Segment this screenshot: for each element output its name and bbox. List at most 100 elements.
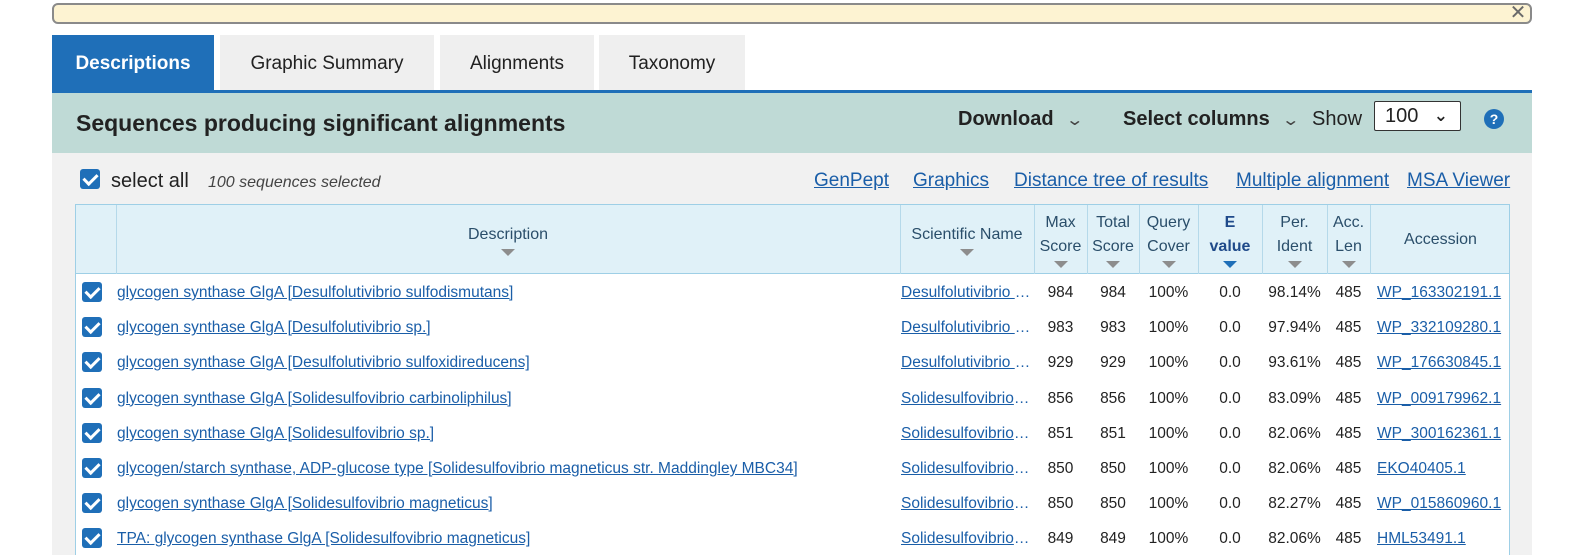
col-acc-len[interactable]: Acc. Len [1327,205,1370,274]
per-ident-cell: 98.14% [1268,284,1321,301]
total-score-cell: 849 [1100,530,1126,548]
select-columns-menu[interactable]: Select columns ⌄ [1123,108,1300,131]
accession-link[interactable]: WP_176630845.1 [1377,345,1507,380]
query-cover-cell: 100% [1148,460,1189,477]
genpept-link[interactable]: GenPept [814,170,889,192]
panel-header: Sequences producing significant alignmen… [52,93,1532,153]
graphics-link[interactable]: Graphics [913,170,989,192]
row-checkbox[interactable] [82,282,102,302]
table-header: Description Scientific Name Max Score To… [76,205,1509,274]
row-checkbox[interactable] [82,387,102,408]
msa-viewer-link[interactable]: MSA Viewer [1407,170,1510,192]
e-value-cell: 0.0 [1219,319,1241,337]
accession-link[interactable]: WP_300162361.1 [1377,416,1507,451]
col-description-label: Description [467,226,549,243]
col-query-cover[interactable]: Query Cover [1139,205,1198,274]
accession-link[interactable]: WP_332109280.1 [1377,310,1507,345]
tab-graphic-summary[interactable]: Graphic Summary [220,35,434,92]
col-total-score[interactable]: Total Score [1087,205,1139,274]
accession-link[interactable]: WP_163302191.1 [1377,275,1507,310]
e-value-cell: 0.0 [1219,495,1241,513]
tab-descriptions[interactable]: Descriptions [52,35,214,92]
e-value-cell: 0.0 [1219,284,1241,301]
col-per-ident[interactable]: Per. Ident [1262,205,1327,274]
col-max-score[interactable]: Max Score [1034,205,1087,274]
tab-alignments[interactable]: Alignments [440,35,594,92]
scientific-name-link[interactable]: Solidesulfovibrio magneticus [901,486,1031,521]
scientific-name-link[interactable]: Solidesulfovibrio magneticus [901,521,1031,555]
scientific-name-link[interactable]: Solidesulfovibrio sp. [901,416,1031,451]
row-checkbox[interactable] [82,422,102,443]
query-cover-cell: 100% [1148,424,1189,442]
e-value-cell: 0.0 [1219,354,1241,372]
description-link[interactable]: glycogen/starch synthase, ADP-glucose ty… [117,451,893,486]
max-score-cell: 856 [1047,389,1074,407]
tab-taxonomy[interactable]: Taxonomy [599,35,745,92]
download-menu[interactable]: Download ⌄ [958,108,1084,131]
accession-link[interactable]: EKO40405.1 [1377,451,1507,486]
close-icon[interactable]: ✕ [1508,3,1528,23]
per-ident-cell: 93.61% [1268,354,1321,372]
description-link[interactable]: glycogen synthase GlgA [Solidesulfovibri… [117,486,893,521]
acc-len-cell: 485 [1335,495,1362,513]
col-e-value-line1: E [1224,214,1236,231]
query-cover-cell: 100% [1148,319,1189,337]
max-score-cell: 850 [1047,495,1074,513]
table-row: glycogen synthase GlgA [Solidesulfovibri… [76,416,1509,451]
col-per-ident-line1: Per. [1280,214,1309,231]
per-ident-cell: 97.94% [1268,319,1321,337]
col-accession[interactable]: Accession [1370,205,1509,274]
sort-arrow-icon [1106,261,1120,268]
max-score-cell: 929 [1047,354,1074,372]
row-checkbox[interactable] [82,458,102,478]
col-scientific-name[interactable]: Scientific Name [900,205,1034,274]
total-score-cell: 929 [1100,354,1126,372]
col-description[interactable]: Description [116,205,900,274]
description-link[interactable]: glycogen synthase GlgA [Solidesulfovibri… [117,381,893,416]
description-link[interactable]: glycogen synthase GlgA [Desulfolutivibri… [117,275,893,310]
selected-count: 100 sequences selected [208,174,381,191]
acc-len-cell: 485 [1335,319,1362,337]
row-checkbox[interactable] [82,317,102,338]
sort-arrow-active-icon [1223,261,1237,268]
max-score-cell: 984 [1047,284,1074,301]
row-checkbox[interactable] [82,352,102,373]
row-checkbox[interactable] [82,528,102,549]
download-label: Download [958,108,1054,130]
per-ident-cell: 82.27% [1268,495,1321,513]
acc-len-cell: 485 [1335,460,1362,477]
multiple-alignment-link[interactable]: Multiple alignment [1236,170,1389,192]
scientific-name-link[interactable]: Desulfolutivibrio sulfodismutans [901,275,1031,310]
acc-len-cell: 485 [1335,284,1362,301]
description-link[interactable]: TPA: glycogen synthase GlgA [Solidesulfo… [117,521,893,555]
query-cover-cell: 100% [1148,389,1189,407]
description-link[interactable]: glycogen synthase GlgA [Desulfolutivibri… [117,345,893,380]
scientific-name-link[interactable]: Solidesulfovibrio magneticus str. Maddin… [901,451,1031,486]
chevron-down-icon: ⌄ [1064,112,1084,129]
accession-link[interactable]: WP_009179962.1 [1377,381,1507,416]
total-score-cell: 851 [1100,424,1126,442]
description-link[interactable]: glycogen synthase GlgA [Desulfolutivibri… [117,310,893,345]
col-e-value[interactable]: E value [1198,205,1262,274]
query-cover-cell: 100% [1148,530,1189,548]
description-link[interactable]: glycogen synthase GlgA [Solidesulfovibri… [117,416,893,451]
panel-title: Sequences producing significant alignmen… [76,110,566,136]
accession-link[interactable]: HML53491.1 [1377,521,1507,555]
accession-link[interactable]: WP_015860960.1 [1377,486,1507,521]
scientific-name-link[interactable]: Desulfolutivibrio sp. [901,310,1031,345]
sort-arrow-icon [1053,261,1068,268]
show-count-select[interactable]: 100 ⌄ [1374,101,1461,131]
table-row: glycogen synthase GlgA [Solidesulfovibri… [76,486,1509,521]
distance-tree-link[interactable]: Distance tree of results [1014,170,1208,192]
chevron-down-icon: ⌄ [1281,112,1300,129]
notice-bar: ✕ [52,3,1532,24]
select-all-checkbox[interactable] [80,169,100,189]
total-score-cell: 850 [1100,495,1126,513]
scientific-name-link[interactable]: Desulfolutivibrio sulfoxidireducens [901,345,1031,380]
help-icon[interactable]: ? [1484,109,1504,129]
col-max-score-line2: Score [1039,238,1082,255]
query-cover-cell: 100% [1148,354,1189,372]
scientific-name-link[interactable]: Solidesulfovibrio carbinoliphilus [901,381,1031,416]
table-row: TPA: glycogen synthase GlgA [Solidesulfo… [76,521,1509,555]
row-checkbox[interactable] [82,493,102,514]
